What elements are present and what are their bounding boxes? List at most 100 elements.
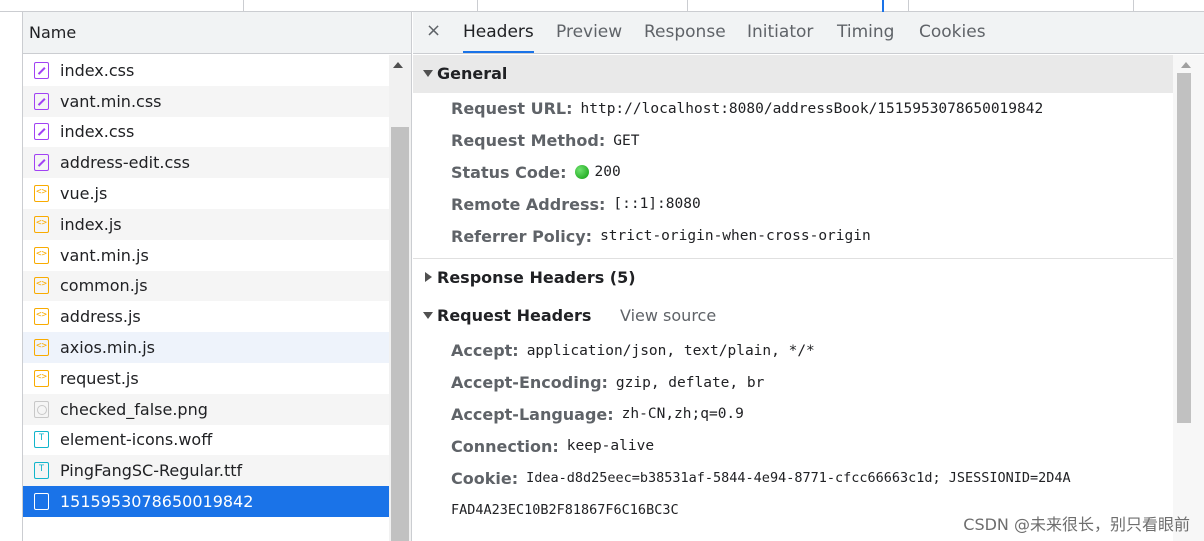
request-row[interactable]: <> index.js [23,208,389,240]
script-icon: <> [34,277,49,295]
accept-row: Accept: application/json, text/plain, */… [413,335,1173,367]
request-name: index.js [60,214,122,234]
header-value: Idea-d8d25eec=b38531af-5844-4e94-8771-cf… [526,470,1071,487]
header-key: Status Code: [451,162,567,182]
request-list-panel: Name index.css vant.min.css index.css ad… [22,12,412,541]
request-headers-section-header[interactable]: Request Headers View source [413,297,1173,335]
column-divider [908,0,909,12]
request-name: checked_false.png [60,399,208,419]
header-value: FAD4A23EC10B2F81867F6C16BC3C [451,501,679,518]
request-row[interactable]: index.css [23,117,389,148]
request-row-selected[interactable]: 1515953078650019842 [23,486,389,517]
left-gutter [0,12,22,541]
header-key: Request Method: [451,131,606,151]
request-list-scrollbar-thumb[interactable] [391,127,409,541]
status-ok-dot-icon [574,165,589,180]
header-key: Cookie: [451,468,519,488]
cookie-row: Cookie: Idea-d8d25eec=b38531af-5844-4e94… [413,462,1173,494]
response-headers-title: Response Headers (5) [437,267,636,287]
header-key: Request URL: [451,99,573,119]
header-key: Accept: [451,341,519,361]
stylesheet-icon [34,92,49,110]
script-icon: <> [34,185,49,203]
stylesheet-icon [34,154,49,172]
request-name: vue.js [60,184,108,204]
close-icon[interactable]: × [426,21,442,41]
request-row[interactable]: <> axios.min.js [23,332,389,363]
request-list: index.css vant.min.css index.css address… [23,55,389,517]
header-value: application/json, text/plain, */* [526,342,815,359]
request-row[interactable]: <> vant.min.js [23,240,389,271]
request-name: vant.min.js [60,245,149,265]
request-row[interactable]: address-edit.css [23,147,389,179]
image-icon [34,400,49,418]
font-icon: T [34,462,49,480]
general-title: General [437,64,508,83]
request-row[interactable]: index.css [23,55,389,86]
request-row[interactable]: Telement-icons.woff [23,425,389,456]
top-toolbar-strip [0,0,1204,12]
header-value: [::1]:8080 [613,196,701,213]
header-value: GET [613,132,640,149]
name-column-header[interactable]: Name [23,12,411,54]
tab-timing[interactable]: Timing [837,12,894,53]
tab-response[interactable]: Response [644,12,726,53]
request-name: index.css [60,60,135,80]
detail-tab-bar: × Headers Preview Response Initiator Tim… [413,12,1204,54]
request-row[interactable]: T PingFangSC-Regular.ttf [23,455,389,487]
request-name: vant.min.css [60,91,162,111]
header-value: http://localhost:8080/addressBook/151595… [580,100,1044,117]
request-row[interactable]: vant.min.css [23,85,389,117]
request-row[interactable]: <> address.js [23,301,389,332]
request-detail-panel: × Headers Preview Response Initiator Tim… [413,12,1204,541]
view-source-link[interactable]: View source [620,297,716,335]
request-headers-title: Request Headers [437,305,592,325]
response-headers-section-header[interactable]: Response Headers (5) [413,259,1173,297]
referrer-policy-row: Referrer Policy: strict-origin-when-cros… [413,220,1173,252]
script-icon: <> [34,369,49,387]
accept-language-row: Accept-Language: zh-CN,zh;q=0.9 [413,399,1173,431]
request-method-row: Request Method: GET [413,125,1173,157]
script-icon: <> [34,339,49,357]
scroll-up-arrow-icon[interactable] [1181,62,1191,68]
request-name: address.js [60,307,141,327]
column-divider [477,0,478,12]
request-row[interactable]: <> request.js [23,363,389,394]
collapsed-triangle-icon [425,271,432,282]
request-row[interactable]: checked_false.png [23,393,389,425]
accept-encoding-row: Accept-Encoding: gzip, deflate, br [413,367,1173,399]
request-name: element-icons.woff [60,430,213,450]
font-icon: T [34,431,49,449]
general-section-header[interactable]: General [413,55,1173,93]
column-divider [687,0,688,12]
detail-scrollbar-thumb[interactable] [1177,73,1191,423]
scroll-up-arrow-icon[interactable] [393,62,403,68]
request-name: PingFangSC-Regular.ttf [60,461,243,481]
request-name: 1515953078650019842 [60,492,254,512]
headers-content: General Request URL: http://localhost:80… [413,55,1173,526]
request-row[interactable]: <> common.js [23,270,389,302]
request-row[interactable]: <> vue.js [23,178,389,209]
stylesheet-icon [34,61,49,79]
header-value: strict-origin-when-cross-origin [600,228,871,245]
header-key: Remote Address: [451,194,606,214]
tab-headers[interactable]: Headers [463,12,534,53]
header-value: 200 [594,164,621,181]
request-name: common.js [60,276,148,296]
request-name: request.js [60,368,139,388]
header-value: gzip, deflate, br [615,374,765,391]
tab-preview[interactable]: Preview [556,12,622,53]
header-value: zh-CN,zh;q=0.9 [621,406,744,423]
request-url-row: Request URL: http://localhost:8080/addre… [413,93,1173,125]
header-key: Connection: [451,436,559,456]
expanded-triangle-icon [423,70,433,77]
request-name: axios.min.js [60,338,155,358]
header-key: Accept-Language: [451,404,614,424]
header-value: keep-alive [566,438,655,455]
script-icon: <> [34,215,49,233]
tab-initiator[interactable]: Initiator [747,12,813,53]
request-name: address-edit.css [60,153,190,173]
column-divider [1133,0,1134,12]
tab-cookies[interactable]: Cookies [919,12,986,53]
header-key: Accept-Encoding: [451,373,608,393]
